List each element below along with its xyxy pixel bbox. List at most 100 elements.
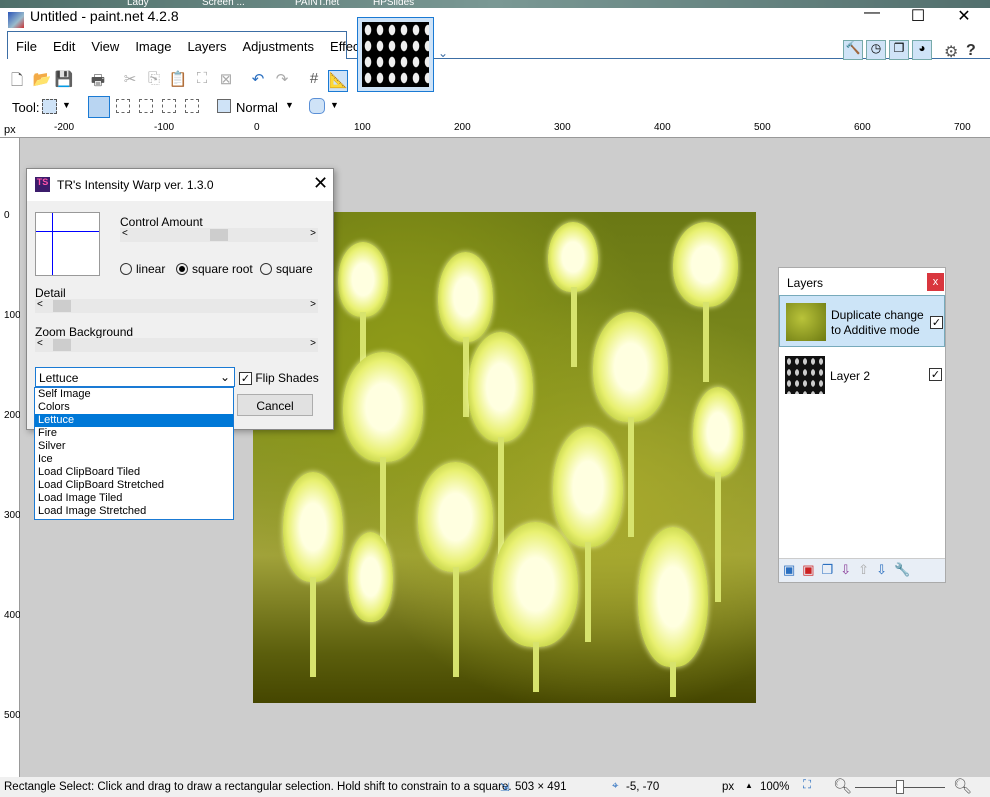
option-load-image-stretched[interactable]: Load Image Stretched	[35, 505, 233, 518]
option-silver[interactable]: Silver	[35, 440, 233, 453]
tools-window-icon[interactable]: 🔨	[843, 40, 863, 60]
option-load-clipboard-stretched[interactable]: Load ClipBoard Stretched	[35, 479, 233, 492]
save-icon[interactable]: 💾	[54, 70, 74, 92]
selection-mode-replace[interactable]	[88, 96, 110, 118]
help-icon[interactable]: ?	[966, 42, 976, 60]
layer-properties-icon[interactable]: 🔧	[894, 562, 910, 579]
layer-row[interactable]: Layer 2 ✓	[779, 349, 945, 401]
radio-linear[interactable]: linear	[120, 262, 165, 276]
menu-image[interactable]: Image	[127, 32, 179, 59]
redo-icon[interactable]: ↷	[272, 70, 292, 92]
window-title: Untitled - paint.net 4.2.8	[30, 8, 179, 24]
crop-icon[interactable]: ⛶	[192, 70, 212, 92]
option-ice[interactable]: Ice	[35, 453, 233, 466]
undo-icon[interactable]: ↶	[248, 70, 268, 92]
delete-layer-icon[interactable]: ▣	[802, 562, 814, 579]
option-fire[interactable]: Fire	[35, 427, 233, 440]
ruler-icon[interactable]: 📐	[328, 70, 348, 92]
history-window-icon[interactable]: ◷	[866, 40, 886, 60]
option-lettuce[interactable]: Lettuce	[35, 414, 233, 427]
ruler-tick: -100	[154, 122, 175, 133]
ruler-tick: 200	[4, 410, 21, 421]
control-point-picker[interactable]	[35, 212, 100, 276]
menu-edit[interactable]: Edit	[45, 32, 83, 59]
dropdown-value: Lettuce	[39, 371, 79, 385]
cut-icon[interactable]: ✂	[120, 70, 140, 92]
radio-square[interactable]: square	[260, 262, 313, 276]
selection-mode-invert[interactable]	[185, 99, 199, 113]
layers-window-icon[interactable]: ❐	[889, 40, 909, 60]
zoom-in-icon[interactable]: 🔍︎	[953, 777, 972, 795]
open-folder-icon[interactable]: 📂	[32, 70, 52, 92]
antialias-dropdown-arrow[interactable]: ▼	[330, 100, 339, 110]
desktop-item-hpslides[interactable]: HPSlides	[373, 0, 414, 8]
cancel-button[interactable]: Cancel	[237, 394, 313, 416]
blend-dropdown-arrow[interactable]: ▼	[285, 100, 294, 110]
option-self-image[interactable]: Self Image	[35, 388, 233, 401]
zoom-to-window-icon[interactable]: ⛶	[803, 779, 811, 792]
ruler-tick: 200	[454, 122, 471, 133]
selection-quality-icon[interactable]	[217, 99, 231, 113]
close-button[interactable]: ✕	[944, 6, 984, 26]
ruler-tick: 500	[4, 710, 21, 721]
option-load-image-tiled[interactable]: Load Image Tiled	[35, 492, 233, 505]
maximize-button[interactable]: ☐	[898, 6, 938, 26]
detail-slider[interactable]: < >	[35, 299, 318, 313]
rectangle-select-tool-icon[interactable]	[42, 99, 57, 114]
ruler-tick: -200	[54, 122, 75, 133]
desktop-item-lady[interactable]: Lady	[127, 0, 149, 8]
add-layer-icon[interactable]: ▣	[783, 562, 795, 579]
flip-shades-checkbox[interactable]: ✓ Flip Shades	[239, 371, 319, 385]
layer-row-selected[interactable]: Duplicate change to Additive mode ✓	[779, 295, 945, 347]
merge-down-icon[interactable]: ⇩	[840, 562, 851, 579]
layers-close-button[interactable]: x	[927, 273, 944, 291]
minimize-button[interactable]: —	[852, 4, 892, 22]
menu-adjustments[interactable]: Adjustments	[234, 32, 322, 59]
selection-mode-intersect[interactable]	[162, 99, 176, 113]
ruler-tick: 600	[854, 122, 871, 133]
ruler-tick: 100	[4, 310, 21, 321]
colors-window-icon[interactable]: ◕	[912, 40, 932, 60]
image-thumbnail-tab[interactable]	[357, 17, 434, 92]
move-down-icon[interactable]: ⇩	[876, 562, 887, 579]
new-file-icon[interactable]: 🗋	[7, 70, 27, 92]
layer-visibility-checkbox[interactable]: ✓	[930, 316, 943, 329]
texture-dropdown[interactable]: Lettuce ⌄	[35, 367, 235, 387]
menu-file[interactable]: File	[8, 32, 45, 59]
zoom-level[interactable]: 100%	[760, 781, 789, 793]
layer-visibility-checkbox[interactable]: ✓	[929, 368, 942, 381]
radio-square-root[interactable]: square root	[176, 262, 253, 276]
control-amount-slider[interactable]: < >	[120, 228, 318, 242]
unit-selector[interactable]: px	[722, 781, 734, 793]
tool-dropdown-arrow[interactable]: ▼	[62, 100, 71, 110]
unit-dropdown-arrow[interactable]: ▲	[745, 781, 753, 790]
deselect-icon[interactable]: ⊠	[216, 70, 236, 92]
paste-icon[interactable]: 📋	[168, 70, 188, 92]
gear-icon[interactable]: ⚙	[944, 42, 958, 62]
zoom-out-icon[interactable]: 🔍︎	[833, 777, 852, 795]
move-up-icon[interactable]: ⇧	[858, 562, 869, 579]
cursor-position-icon: ⌖	[612, 780, 619, 792]
antialiasing-icon[interactable]	[309, 98, 325, 114]
control-amount-label: Control Amount	[120, 215, 203, 229]
desktop-item-screen[interactable]: Screen ...	[202, 0, 245, 8]
menu-view[interactable]: View	[83, 32, 127, 59]
copy-icon[interactable]: ⎘	[144, 70, 164, 92]
plugin-icon: TS	[35, 177, 50, 192]
zoom-slider-thumb[interactable]	[896, 780, 904, 794]
desktop-item-paintnet[interactable]: PAINT.net	[295, 0, 339, 8]
option-colors[interactable]: Colors	[35, 401, 233, 414]
blend-mode-select[interactable]: Normal	[236, 100, 278, 115]
menu-layers[interactable]: Layers	[179, 32, 234, 59]
option-load-clipboard-tiled[interactable]: Load ClipBoard Tiled	[35, 466, 233, 479]
dialog-close-button[interactable]: ✕	[313, 173, 328, 194]
selection-mode-exclude[interactable]	[139, 99, 153, 113]
print-icon[interactable]: 🖶	[88, 70, 108, 92]
duplicate-layer-icon[interactable]: ❐	[822, 562, 834, 579]
zoom-background-slider[interactable]: < >	[35, 338, 318, 352]
selection-mode-union[interactable]	[116, 99, 130, 113]
chevron-down-icon[interactable]: ⌄	[438, 46, 448, 60]
selection-size-icon: ⇲	[500, 782, 510, 794]
grid-icon[interactable]: #	[304, 70, 324, 92]
ruler-tick: 100	[354, 122, 371, 133]
